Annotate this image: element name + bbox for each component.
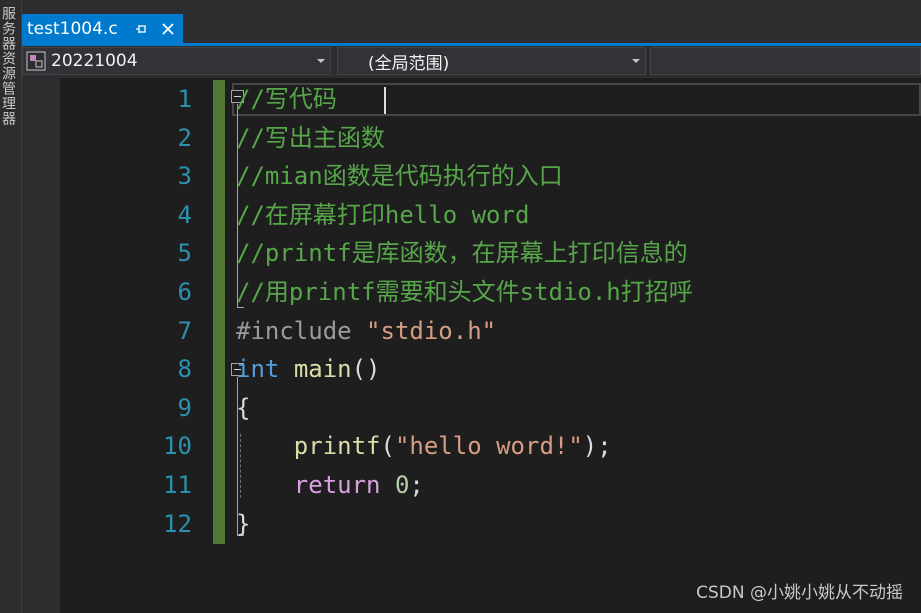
code-line: return 0; (236, 470, 424, 500)
chevron-down-icon (317, 59, 325, 63)
code-token: "hello word!" (394, 432, 583, 461)
code-line: { (236, 393, 250, 423)
scope-dropdown[interactable]: (全局范围) (337, 47, 646, 75)
server-explorer-label[interactable]: 服务器资源管理器 (0, 6, 18, 126)
code-line: //写代码 (236, 84, 337, 114)
code-line: } (236, 509, 250, 539)
code-token: main (293, 355, 352, 384)
code-line: //写出主函数 (236, 123, 385, 153)
editor-left-margin (22, 78, 60, 613)
code-token: 0 (394, 471, 410, 499)
code-token: //printf是库函数，在屏幕上打印信息的 (236, 239, 688, 268)
code-token: printf (293, 432, 381, 461)
pin-icon[interactable] (132, 20, 150, 38)
code-token: { (236, 393, 251, 422)
code-line: //printf是库函数，在屏幕上打印信息的 (236, 238, 688, 268)
tab-test1004[interactable]: test1004.c (22, 14, 183, 44)
line-number: 12 (163, 509, 192, 538)
code-token: //写代码 (236, 85, 337, 113)
line-number: 5 (177, 239, 192, 268)
code-token: //写出主函数 (236, 123, 385, 152)
code-editor[interactable]: 1 2 3 4 5 6 7 8 9 10 11 12 //写代码//写出主函数//mian函数是代码执… (22, 78, 921, 613)
tab-title: test1004.c (27, 19, 118, 39)
code-token: () (351, 355, 381, 384)
code-line: //用printf需要和头文件stdio.h打招呼 (236, 277, 693, 307)
code-token: int (236, 355, 280, 384)
line-number: 8 (177, 355, 192, 384)
code-line: //在屏幕打印hello word (236, 200, 529, 230)
chevron-down-icon (632, 59, 640, 63)
close-icon[interactable] (158, 19, 178, 39)
line-number: 9 (177, 393, 192, 422)
line-number: 10 (163, 432, 192, 461)
line-number: 11 (163, 471, 192, 499)
side-panel-strip[interactable]: 服务器资源管理器 (0, 0, 22, 613)
project-icon (26, 51, 46, 71)
code-line: printf("hello word!"); (236, 431, 612, 461)
document-tab-bar: test1004.c (22, 0, 921, 44)
scope-value: (全局范围) (368, 53, 450, 74)
line-number: 7 (177, 316, 192, 345)
code-token: ( (380, 432, 395, 461)
code-token: ); (582, 432, 612, 461)
line-number: 1 (177, 85, 192, 113)
code-token: //mian函数是代码执行的入口 (236, 162, 563, 191)
code-token: #include (236, 316, 367, 345)
fold-end (237, 307, 244, 308)
line-number: 6 (177, 278, 192, 306)
code-line: //mian函数是代码执行的入口 (236, 161, 563, 191)
code-token: //在屏幕打印hello word (236, 200, 530, 229)
code-token: return (293, 471, 381, 499)
navigation-bar: 20221004 (全局范围) (22, 46, 921, 78)
code-token: //用printf需要和头文件stdio.h打招呼 (236, 278, 693, 306)
code-token: "stdio.h" (366, 316, 497, 345)
member-dropdown[interactable] (650, 47, 921, 75)
line-number: 3 (177, 162, 192, 191)
change-tracking-bar (213, 80, 225, 544)
code-token: } (236, 509, 251, 538)
watermark: CSDN @小姚小姚从不动摇 (696, 583, 903, 603)
line-number: 2 (177, 123, 192, 152)
code-line: int main() (236, 354, 381, 384)
project-name: 20221004 (51, 51, 138, 71)
text-caret (384, 87, 386, 114)
line-number: 4 (177, 200, 192, 229)
code-line: #include "stdio.h" (236, 316, 496, 346)
line-number-gutter: 1 2 3 4 5 6 7 8 9 10 11 12 (62, 78, 192, 613)
project-dropdown[interactable]: 20221004 (22, 47, 331, 75)
code-token: ; (409, 471, 424, 499)
